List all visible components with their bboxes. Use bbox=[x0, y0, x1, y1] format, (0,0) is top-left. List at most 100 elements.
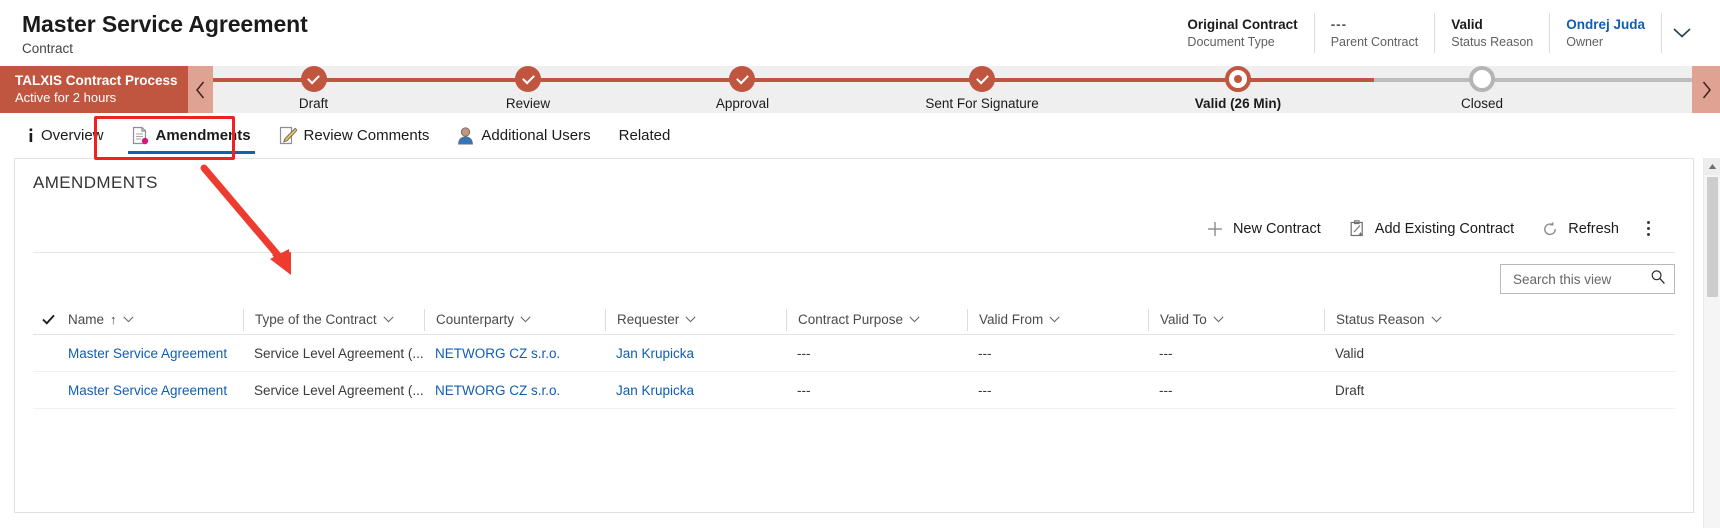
process-status: Active for 2 hours bbox=[15, 90, 117, 105]
tab-amendments[interactable]: Amendments bbox=[118, 113, 265, 158]
business-process-flow: TALXIS Contract Process Active for 2 hou… bbox=[0, 66, 1720, 113]
add-existing-contract-button[interactable]: Add Existing Contract bbox=[1335, 212, 1528, 246]
process-stage-track: Draft Review Approval Sent For Signature… bbox=[213, 66, 1692, 113]
more-commands-button[interactable] bbox=[1635, 214, 1661, 244]
cell-name[interactable]: Master Service Agreement bbox=[63, 383, 243, 398]
chevron-down-icon[interactable] bbox=[520, 316, 531, 323]
document-amend-icon bbox=[132, 126, 149, 145]
scroll-up-button[interactable] bbox=[1704, 158, 1720, 175]
chevron-down-icon[interactable] bbox=[1430, 316, 1442, 323]
chevron-down-icon[interactable] bbox=[1049, 316, 1060, 323]
cell-status-reason: Valid bbox=[1335, 345, 1365, 361]
process-next-button[interactable] bbox=[1692, 66, 1720, 113]
cell-valid-from: --- bbox=[978, 345, 992, 361]
search-input[interactable] bbox=[1511, 270, 1650, 288]
record-entity-name: Contract bbox=[22, 41, 74, 56]
process-stage-draft[interactable]: Draft bbox=[214, 66, 414, 112]
tab-label: Amendments bbox=[155, 127, 251, 144]
process-stage-sent-for-signature[interactable]: Sent For Signature bbox=[882, 66, 1082, 112]
subgrid-search-row bbox=[15, 253, 1693, 294]
stage-label: Approval bbox=[715, 96, 770, 111]
tab-overview[interactable]: Overview bbox=[14, 113, 118, 158]
column-header-type-of-the-contract[interactable]: Type of the Contract bbox=[243, 308, 424, 331]
tab-label: Review Comments bbox=[303, 127, 430, 144]
stage-label: Draft bbox=[298, 96, 329, 111]
select-all-checkbox[interactable] bbox=[33, 314, 63, 325]
scrollbar-thumb[interactable] bbox=[1706, 177, 1718, 297]
tab-related[interactable]: Related bbox=[605, 113, 685, 158]
new-contract-button[interactable]: New Contract bbox=[1193, 212, 1335, 246]
chevron-down-icon[interactable] bbox=[382, 316, 394, 323]
header-field-owner[interactable]: Ondrej Juda Owner bbox=[1550, 13, 1662, 53]
search-box[interactable] bbox=[1500, 264, 1675, 294]
cell-type-of-the-contract: Service Level Agreement (... bbox=[254, 382, 424, 398]
process-stage-closed[interactable]: Closed bbox=[1382, 66, 1582, 112]
process-name-block[interactable]: TALXIS Contract Process Active for 2 hou… bbox=[0, 66, 188, 113]
amendments-grid: Name ↑ Type of the Contract Counterparty bbox=[33, 305, 1675, 409]
tab-review-comments[interactable]: Review Comments bbox=[265, 113, 444, 158]
command-label: Add Existing Contract bbox=[1374, 220, 1515, 237]
header-field-document-type[interactable]: Original Contract Document Type bbox=[1171, 13, 1315, 53]
chevron-down-icon[interactable] bbox=[685, 316, 696, 323]
stage-label: Review bbox=[505, 96, 551, 111]
owner-link[interactable]: Ondrej Juda bbox=[1566, 16, 1645, 33]
cell-requester[interactable]: Jan Krupicka bbox=[605, 346, 786, 361]
column-label: Valid From bbox=[979, 312, 1044, 327]
cell-counterparty[interactable]: NETWORG CZ s.r.o. bbox=[424, 383, 605, 398]
chevron-down-icon[interactable] bbox=[122, 316, 134, 323]
cell-status-reason: Draft bbox=[1335, 382, 1365, 398]
column-header-valid-from[interactable]: Valid From bbox=[967, 308, 1148, 331]
header-expand-button[interactable] bbox=[1662, 13, 1702, 53]
column-header-status-reason[interactable]: Status Reason bbox=[1324, 308, 1499, 331]
process-stage-valid[interactable]: Valid (26 Min) bbox=[1138, 66, 1338, 112]
header-field-status-reason[interactable]: Valid Status Reason bbox=[1435, 13, 1551, 53]
subgrid-command-bar: New Contract Add Existing Contract Refre… bbox=[33, 205, 1675, 253]
cell-type-of-the-contract: Service Level Agreement (... bbox=[254, 345, 424, 361]
chevron-down-icon bbox=[1673, 28, 1691, 38]
search-icon[interactable] bbox=[1650, 269, 1666, 290]
chevron-down-icon[interactable] bbox=[909, 316, 920, 323]
stage-node-icon bbox=[1224, 66, 1251, 92]
column-header-name[interactable]: Name ↑ bbox=[63, 309, 243, 331]
caret-up-icon bbox=[1708, 164, 1717, 169]
cell-counterparty[interactable]: NETWORG CZ s.r.o. bbox=[424, 346, 605, 361]
cell-name[interactable]: Master Service Agreement bbox=[63, 346, 243, 361]
panel-heading: AMENDMENTS bbox=[33, 173, 158, 192]
more-vertical-icon bbox=[1646, 221, 1650, 236]
header-field-label: Status Reason bbox=[1451, 35, 1534, 49]
header-field-parent-contract[interactable]: --- Parent Contract bbox=[1315, 13, 1436, 53]
table-row[interactable]: Master Service Agreement Service Level A… bbox=[33, 335, 1675, 372]
cell-valid-to: --- bbox=[1159, 345, 1173, 361]
plus-icon bbox=[1207, 221, 1223, 237]
chevron-left-icon bbox=[196, 81, 205, 98]
command-label: New Contract bbox=[1232, 220, 1321, 237]
column-header-contract-purpose[interactable]: Contract Purpose bbox=[786, 308, 967, 331]
form-tab-bar: Overview Amendments Review Comments Addi… bbox=[0, 113, 1720, 158]
column-label: Requester bbox=[617, 312, 680, 327]
header-field-label: Parent Contract bbox=[1330, 35, 1419, 49]
cell-valid-to: --- bbox=[1159, 382, 1173, 398]
process-stage-approval[interactable]: Approval bbox=[642, 66, 842, 112]
chevron-down-icon[interactable] bbox=[1213, 316, 1224, 323]
info-icon bbox=[28, 128, 34, 144]
column-header-valid-to[interactable]: Valid To bbox=[1148, 308, 1324, 331]
column-header-counterparty[interactable]: Counterparty bbox=[424, 308, 605, 331]
tab-additional-users[interactable]: Additional Users bbox=[443, 113, 604, 158]
process-previous-button[interactable] bbox=[188, 66, 213, 113]
column-header-requester[interactable]: Requester bbox=[605, 308, 786, 331]
note-edit-icon bbox=[279, 126, 297, 145]
stage-node-icon bbox=[300, 66, 327, 92]
table-row[interactable]: Master Service Agreement Service Level A… bbox=[33, 372, 1675, 409]
refresh-button[interactable]: Refresh bbox=[1528, 212, 1633, 246]
tab-label: Overview bbox=[41, 127, 104, 144]
stage-node-icon bbox=[1468, 66, 1495, 92]
process-stage-review[interactable]: Review bbox=[428, 66, 628, 112]
vertical-scrollbar[interactable] bbox=[1703, 158, 1720, 528]
command-label: Refresh bbox=[1568, 220, 1619, 237]
cell-requester[interactable]: Jan Krupicka bbox=[605, 383, 786, 398]
stage-label: Sent For Signature bbox=[925, 96, 1039, 111]
record-header: Master Service Agreement Contract Origin… bbox=[0, 0, 1720, 66]
stage-node-icon bbox=[969, 66, 996, 92]
column-label: Status Reason bbox=[1336, 312, 1425, 327]
header-field-value: Original Contract bbox=[1187, 17, 1298, 32]
